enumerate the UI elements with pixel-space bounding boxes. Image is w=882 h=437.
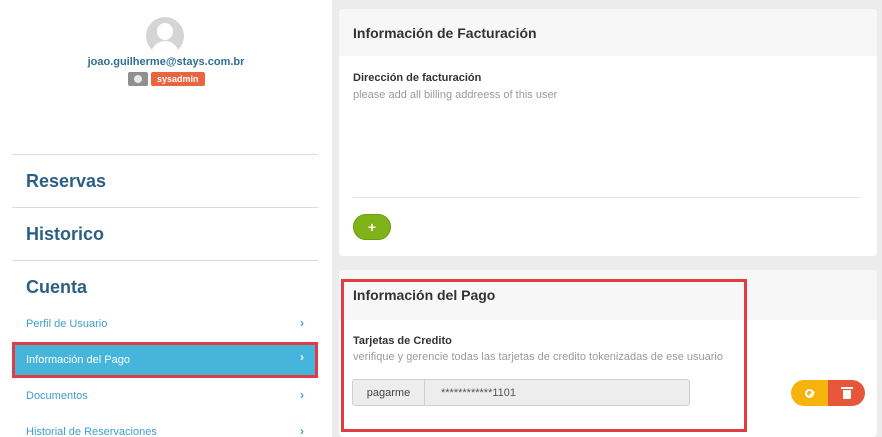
add-billing-address-button[interactable]: + (353, 214, 391, 240)
nav-divider (12, 260, 318, 261)
nav-section-reservas[interactable]: Reservas (26, 171, 106, 192)
disable-card-button[interactable] (791, 380, 828, 406)
sidebar-item-label: Documentos (26, 390, 88, 402)
chevron-right-icon: › (300, 316, 304, 330)
nav-divider (12, 207, 318, 208)
plus-icon: + (367, 219, 377, 235)
avatar (146, 17, 184, 55)
card-number: ************1101 (441, 386, 517, 399)
avatar-body-shape (151, 41, 179, 55)
sidebar: joao.guilherme@stays.com.br sysadmin Res… (0, 0, 332, 437)
globe-icon (128, 72, 148, 86)
avatar-head-shape (157, 23, 173, 40)
sidebar-item-label: Historial de Reservaciones (26, 426, 157, 437)
credit-cards-help: verifique y gerencie todas las tarjetas … (353, 351, 723, 363)
card-actions (791, 380, 865, 406)
sidebar-item-historial-de-reservaciones[interactable]: Historial de Reservaciones › (12, 417, 318, 437)
ban-icon (805, 388, 814, 398)
sidebar-item-perfil-de-usuario[interactable]: Perfil de Usuario › (12, 309, 318, 339)
billing-panel: Información de Facturación Dirección de … (339, 9, 877, 256)
chevron-right-icon: › (300, 350, 304, 364)
billing-address-label: Dirección de facturación (353, 72, 482, 84)
billing-address-help: please add all billing addreess of this … (353, 89, 558, 101)
role-badge: sysadmin (151, 72, 205, 86)
sidebar-item-label: Perfil de Usuario (26, 318, 108, 330)
nav-divider (12, 154, 318, 155)
sidebar-item-informacion-del-pago[interactable]: Información del Pago › (12, 342, 318, 378)
billing-divider (353, 197, 861, 198)
sidebar-item-label: Información del Pago (26, 354, 130, 366)
billing-panel-title: Información de Facturación (339, 9, 877, 56)
card-brand: pagarme (353, 380, 425, 405)
chevron-right-icon: › (300, 424, 304, 437)
chevron-right-icon: › (300, 388, 304, 402)
trash-icon (840, 386, 853, 399)
delete-card-button[interactable] (828, 380, 865, 406)
credit-cards-label: Tarjetas de Credito (353, 335, 452, 347)
payment-panel-title: Información del Pago (339, 270, 877, 320)
sidebar-item-documentos[interactable]: Documentos › (12, 381, 318, 411)
payment-panel: Información del Pago Tarjetas de Credito… (339, 270, 877, 437)
user-email: joao.guilherme@stays.com.br (87, 56, 245, 68)
credit-card-row: pagarme ************1101 (352, 379, 690, 406)
nav-section-cuenta[interactable]: Cuenta (26, 277, 87, 298)
user-badges: sysadmin (128, 72, 205, 86)
nav-section-historico[interactable]: Historico (26, 224, 104, 245)
